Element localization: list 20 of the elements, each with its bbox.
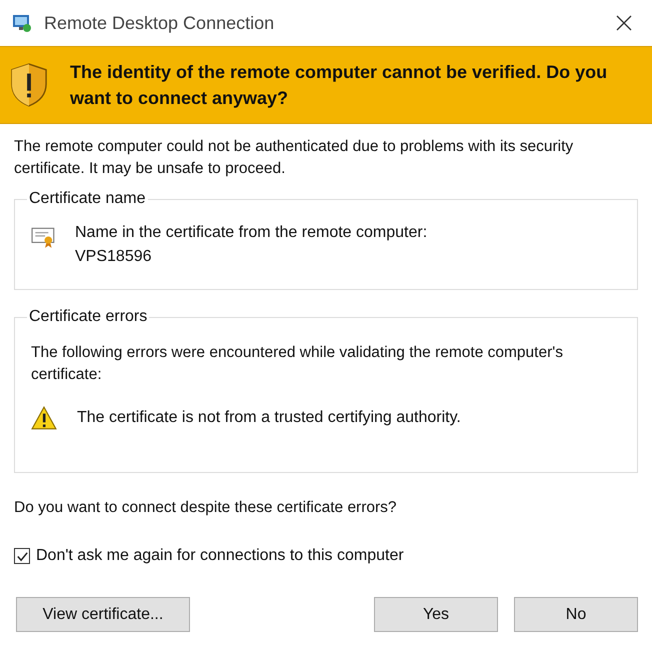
no-button[interactable]: No — [514, 597, 638, 632]
close-icon[interactable] — [616, 15, 632, 31]
certificate-label: Name in the certificate from the remote computer: — [75, 224, 428, 242]
yes-button[interactable]: Yes — [374, 597, 498, 632]
errors-description: The following errors were encountered while validating the remote computer's certificate: — [31, 343, 564, 385]
shield-warning-icon — [10, 63, 48, 107]
window-title: Remote Desktop Connection — [44, 12, 276, 34]
warning-icon — [31, 406, 57, 430]
banner-text: The identity of the remote computer cannot be verified. Do you want to connect anyway? — [70, 61, 608, 110]
checkbox[interactable] — [14, 548, 30, 564]
checkbox-label: Don't ask me again for connections to this computer — [36, 547, 404, 565]
certificate-value: VPS18596 — [75, 248, 153, 266]
group-title: Certificate errors — [28, 308, 148, 326]
intro-text: The remote computer could not be authenticated due to problems with its security certificate. It may be unsafe to proceed. — [14, 137, 574, 179]
certificate-icon — [31, 226, 57, 248]
question-text: Do you want to connect despite these certificate errors? — [14, 499, 398, 517]
error-text: The certificate is not from a trusted certifying authority. — [77, 409, 461, 427]
group-title: Certificate name — [28, 190, 146, 208]
view-certificate-button[interactable]: View certificate... — [16, 597, 190, 632]
remote-desktop-icon — [12, 13, 32, 33]
